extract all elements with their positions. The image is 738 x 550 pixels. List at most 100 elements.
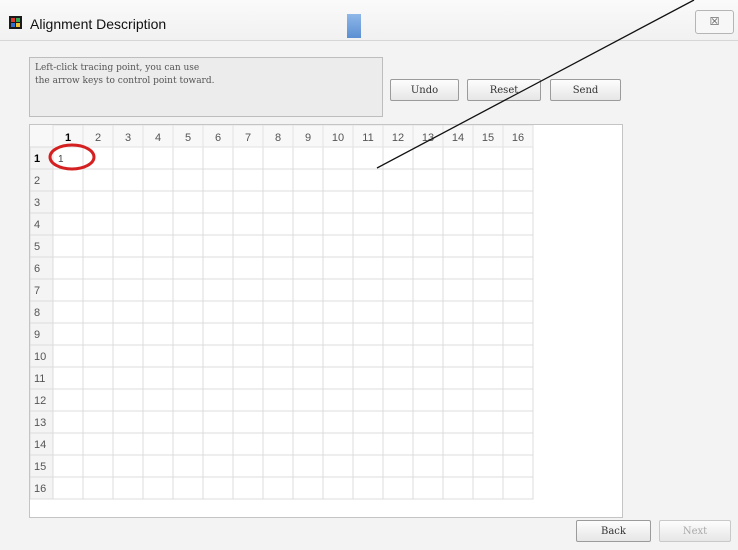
grid-cell[interactable] <box>82 432 114 456</box>
grid-cell[interactable] <box>232 388 264 412</box>
grid-cell[interactable] <box>172 344 204 368</box>
grid-cell[interactable] <box>502 190 534 214</box>
grid-cell[interactable] <box>352 234 384 258</box>
grid-cell[interactable] <box>292 476 324 500</box>
grid-cell[interactable] <box>382 300 414 324</box>
grid-cell[interactable] <box>442 344 474 368</box>
grid-cell[interactable] <box>112 476 144 500</box>
grid-cell[interactable] <box>52 388 84 412</box>
grid-cell[interactable] <box>382 168 414 192</box>
grid-cell[interactable] <box>412 190 444 214</box>
grid-cell[interactable] <box>292 366 324 390</box>
grid-cell[interactable] <box>262 454 294 478</box>
grid-cell[interactable] <box>442 146 474 170</box>
grid-cell[interactable] <box>82 234 114 258</box>
grid-cell[interactable] <box>292 454 324 478</box>
grid-cell[interactable] <box>322 454 354 478</box>
grid-cell[interactable] <box>382 454 414 478</box>
grid-cell[interactable] <box>502 344 534 368</box>
grid-cell[interactable] <box>442 322 474 346</box>
grid-cell[interactable] <box>292 212 324 236</box>
grid-cell[interactable] <box>382 190 414 214</box>
grid-cell[interactable] <box>202 432 234 456</box>
grid-cell[interactable] <box>202 256 234 280</box>
grid-cell[interactable] <box>262 410 294 434</box>
grid-cell[interactable] <box>232 234 264 258</box>
grid-cell[interactable] <box>292 256 324 280</box>
grid-cell[interactable] <box>382 256 414 280</box>
grid-cell[interactable] <box>82 146 114 170</box>
grid-cell[interactable] <box>472 278 504 302</box>
grid-cell[interactable] <box>412 454 444 478</box>
grid-cell[interactable] <box>322 190 354 214</box>
grid-cell[interactable] <box>52 212 84 236</box>
grid-cell[interactable] <box>172 234 204 258</box>
grid-cell[interactable] <box>202 278 234 302</box>
grid-cell[interactable] <box>232 168 264 192</box>
grid-cell[interactable] <box>352 146 384 170</box>
grid-cell[interactable] <box>142 146 174 170</box>
grid-cell[interactable] <box>352 388 384 412</box>
grid-cell[interactable] <box>472 388 504 412</box>
grid-cell[interactable] <box>112 388 144 412</box>
grid-cell[interactable] <box>202 300 234 324</box>
grid-cell[interactable] <box>442 234 474 258</box>
grid-cell[interactable] <box>382 410 414 434</box>
grid-cell[interactable] <box>82 344 114 368</box>
grid-cell[interactable] <box>112 432 144 456</box>
grid-cell[interactable] <box>82 212 114 236</box>
grid-cell[interactable] <box>412 234 444 258</box>
grid-cell[interactable] <box>202 454 234 478</box>
grid-cell[interactable] <box>172 168 204 192</box>
grid-cell[interactable] <box>292 190 324 214</box>
grid-cell[interactable] <box>82 190 114 214</box>
grid-cell[interactable] <box>262 366 294 390</box>
grid-cell[interactable] <box>502 146 534 170</box>
grid-cell[interactable] <box>382 388 414 412</box>
grid-cell[interactable] <box>202 344 234 368</box>
grid-cell[interactable] <box>352 256 384 280</box>
grid-cell[interactable] <box>502 278 534 302</box>
grid-cell[interactable] <box>412 256 444 280</box>
grid-cell[interactable] <box>172 388 204 412</box>
grid-cell[interactable] <box>112 212 144 236</box>
grid-cell[interactable] <box>382 432 414 456</box>
tracing-grid-panel[interactable]: 1 2 3 4 5 6 7 8 9 10 11 12 13 14 15 16 1 2 3 4 5 6 7 8 9 10 11 12 13… <box>29 124 623 518</box>
grid-cell[interactable] <box>292 432 324 456</box>
grid-cell[interactable] <box>442 190 474 214</box>
grid-cell[interactable] <box>352 410 384 434</box>
grid-cell[interactable] <box>352 432 384 456</box>
grid-cell[interactable] <box>202 322 234 346</box>
grid-cell[interactable] <box>52 300 84 324</box>
grid-cell[interactable] <box>262 212 294 236</box>
grid-cell[interactable] <box>352 322 384 346</box>
grid-cell[interactable] <box>292 410 324 434</box>
grid-cell[interactable] <box>442 212 474 236</box>
grid-cell[interactable] <box>442 432 474 456</box>
grid-cell[interactable] <box>412 300 444 324</box>
grid-cell[interactable] <box>382 344 414 368</box>
grid-cell[interactable] <box>112 234 144 258</box>
grid-cell[interactable] <box>502 432 534 456</box>
grid-cell[interactable] <box>442 256 474 280</box>
grid-cell[interactable] <box>82 366 114 390</box>
grid-cell[interactable] <box>172 454 204 478</box>
grid-cell[interactable] <box>502 366 534 390</box>
grid-cell[interactable] <box>472 146 504 170</box>
grid-cell[interactable] <box>262 322 294 346</box>
grid-cell[interactable] <box>232 454 264 478</box>
grid-cell[interactable] <box>502 256 534 280</box>
grid-cell[interactable] <box>502 322 534 346</box>
reset-button[interactable]: Reset <box>467 79 541 101</box>
grid-cell[interactable] <box>502 410 534 434</box>
grid-cell[interactable] <box>322 234 354 258</box>
grid-cell[interactable] <box>322 146 354 170</box>
close-button[interactable]: ☒ <box>695 10 734 34</box>
grid-cell[interactable] <box>352 300 384 324</box>
grid-cell[interactable] <box>112 146 144 170</box>
grid-cell[interactable] <box>382 146 414 170</box>
grid-cell[interactable] <box>172 366 204 390</box>
grid-cell[interactable] <box>172 278 204 302</box>
grid-cell[interactable] <box>52 476 84 500</box>
grid-cell[interactable] <box>172 432 204 456</box>
